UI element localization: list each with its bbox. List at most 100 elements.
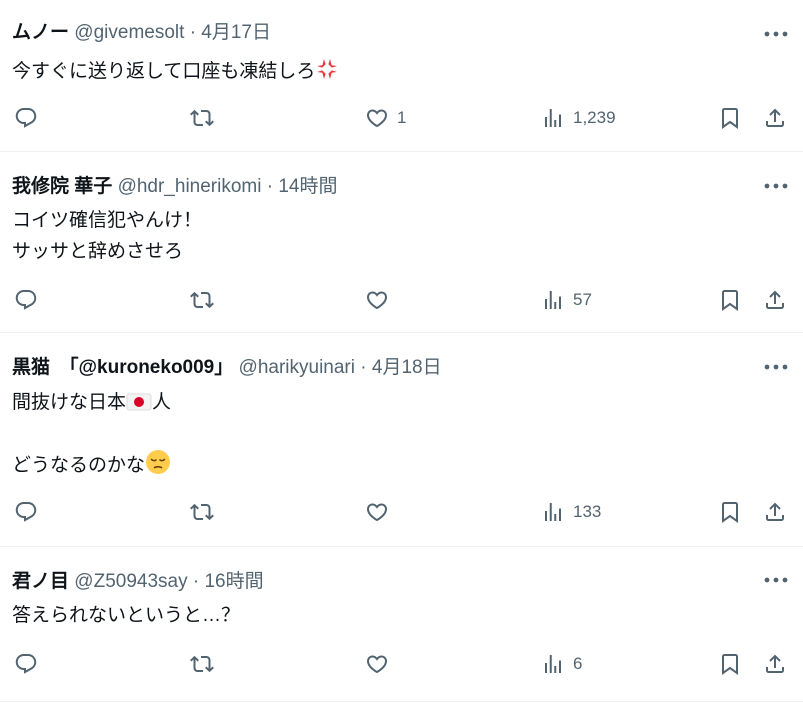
bookmark-button[interactable] [718,649,742,679]
like-button[interactable] [365,285,397,315]
user-handle[interactable]: @hdr_hinerikomi [118,176,262,197]
more-icon[interactable] [763,357,789,377]
tweet-text-segment: 間抜けな日本 [12,392,127,413]
like-icon [365,288,389,312]
views-icon [541,106,565,130]
user-handle[interactable]: @harikyuinari [239,357,355,378]
more-icon[interactable] [763,176,789,196]
tweet-text: 間抜けな日本 人 どうなるのかな [12,387,171,481]
retweet-icon [190,500,214,524]
more-icon[interactable] [763,570,789,590]
tweet-actions: 1 1,239 [0,103,803,133]
tweet-header: 君ノ目 @Z50943say · 16時間 [12,569,264,595]
reply-tweet[interactable]: ムノー @givemesolt · 4月17日 今すぐに送り返して口座も凍結しろ… [0,0,803,152]
tweet-text-line: 今すぐに送り返して口座も凍結しろ [12,61,316,82]
like-icon [365,106,389,130]
reply-tweet[interactable]: 黒猫 「@kuroneko009」 @harikyuinari · 4月18日 … [0,333,803,547]
retweet-button[interactable] [190,497,214,527]
bookmark-button[interactable] [718,103,742,133]
display-name[interactable]: 我修院 華子 [12,176,112,197]
views-button[interactable]: 133 [541,497,601,527]
tweet-text-line: どうなるのかな [12,449,171,481]
bookmark-icon [718,106,742,130]
bookmark-button[interactable] [718,285,742,315]
reply-button[interactable] [14,649,38,679]
display-name[interactable]: 君ノ目 [12,571,69,592]
share-button[interactable] [763,103,787,133]
view-count: 57 [573,290,592,309]
tweet-header: 我修院 華子 @hdr_hinerikomi · 14時間 [12,174,338,200]
reply-button[interactable] [14,285,38,315]
share-icon [763,106,787,130]
display-name[interactable]: 黒猫 「@kuroneko009」 [12,357,233,378]
timestamp[interactable]: 14時間 [278,176,337,197]
like-button[interactable]: 1 [365,103,406,133]
like-icon [365,500,389,524]
tweet-text-line: 答えられないというと…？ [12,605,241,626]
share-icon [763,652,787,676]
timestamp[interactable]: 16時間 [204,571,263,592]
views-icon [541,652,565,676]
bookmark-icon [718,500,742,524]
retweet-icon [190,288,214,312]
japan-flag-icon [126,393,152,411]
reply-tweet[interactable]: 我修院 華子 @hdr_hinerikomi · 14時間 コイツ確信犯やんけ！… [0,152,803,333]
tweet-actions: 133 [0,497,803,527]
reply-icon [14,288,38,312]
tweet-text-segment: 人 [152,392,172,413]
retweet-button[interactable] [190,649,214,679]
view-count: 6 [573,654,583,673]
retweet-icon [190,652,214,676]
tweet-header: 黒猫 「@kuroneko009」 @harikyuinari · 4月18日 [12,355,442,381]
reply-icon [14,500,38,524]
reply-button[interactable] [14,103,38,133]
views-button[interactable]: 57 [541,285,592,315]
share-icon [763,288,787,312]
share-button[interactable] [763,285,787,315]
view-count: 133 [573,502,602,521]
reply-icon [14,106,38,130]
reply-tweet[interactable]: 君ノ目 @Z50943say · 16時間 答えられないというと…？ 6 [0,547,803,702]
reply-icon [14,652,38,676]
reply-button[interactable] [14,497,38,527]
retweet-button[interactable] [190,103,214,133]
like-count: 1 [397,108,407,127]
views-icon [541,288,565,312]
retweet-icon [190,106,214,130]
bookmark-button[interactable] [718,497,742,527]
separator-dot: · [266,176,274,197]
bookmark-icon [718,652,742,676]
timestamp[interactable]: 4月18日 [372,357,442,378]
timestamp[interactable]: 4月17日 [201,22,271,43]
share-button[interactable] [763,497,787,527]
tweet-actions: 57 [0,285,803,315]
bookmark-icon [718,288,742,312]
separator-dot: · [192,571,200,592]
tweet-text: 答えられないというと…？ [12,600,240,631]
tweet-text-segment: どうなるのかな [12,455,146,476]
tweet-text: 今すぐに送り返して口座も凍結しろ [12,56,339,87]
tweet-actions: 6 [0,649,803,679]
like-button[interactable] [365,497,397,527]
tweet-text-line: コイツ確信犯やんけ！ [12,210,203,231]
user-handle[interactable]: @Z50943say [74,571,187,592]
display-name[interactable]: ムノー [12,22,69,43]
views-icon [541,500,565,524]
tweet-header: ムノー @givemesolt · 4月17日 [12,20,271,46]
more-icon[interactable] [763,24,789,44]
share-button[interactable] [763,649,787,679]
separator-dot: · [360,357,367,378]
anger-symbol-icon [317,59,338,79]
user-handle[interactable]: @givemesolt [74,22,184,43]
tweet-text-line: サッサと辞めさせろ [12,241,184,262]
views-button[interactable]: 6 [541,649,582,679]
views-button[interactable]: 1,239 [541,103,616,133]
pensive-face-icon [146,450,171,474]
like-icon [365,652,389,676]
retweet-button[interactable] [190,285,214,315]
tweet-text: コイツ確信犯やんけ！ サッサと辞めさせろ [12,205,202,267]
view-count: 1,239 [573,108,616,127]
like-button[interactable] [365,649,397,679]
share-icon [763,500,787,524]
